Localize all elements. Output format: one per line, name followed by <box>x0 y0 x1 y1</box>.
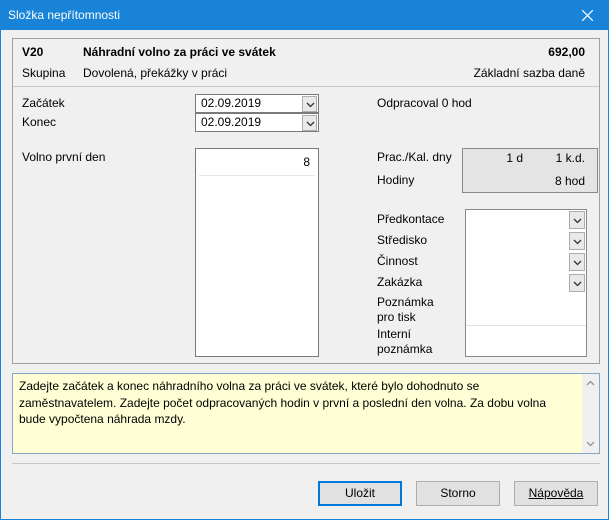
print-note-label-1: Poznámka <box>377 295 434 309</box>
chevron-down-icon <box>306 102 315 108</box>
calendar-days-value: 1 k.d. <box>555 151 585 165</box>
close-button[interactable] <box>568 1 608 30</box>
zakazka-combo[interactable] <box>466 273 586 294</box>
print-note-input[interactable] <box>466 294 586 324</box>
start-date-field[interactable]: 02.09.2019 <box>195 94 319 113</box>
work-days-value: 1 d <box>506 151 523 165</box>
predkontace-combo[interactable] <box>466 210 586 231</box>
help-button[interactable]: Nápověda <box>514 481 598 506</box>
end-label: Konec <box>22 115 57 129</box>
chevron-down-icon <box>306 121 315 127</box>
hours-label: Hodiny <box>377 173 415 187</box>
start-date-value: 02.09.2019 <box>201 96 262 110</box>
title-bar: Složka nepřítomnosti <box>1 1 608 30</box>
cinnost-combo[interactable] <box>466 252 586 273</box>
days-label: Prac./Kal. dny <box>377 150 452 164</box>
stredisko-label: Středisko <box>377 233 428 247</box>
cancel-button-label: Storno <box>440 486 476 500</box>
header-divider <box>13 86 599 87</box>
absence-panel: V20 Náhradní volno za práci ve svátek 69… <box>12 38 600 364</box>
end-date-dropdown[interactable] <box>302 115 317 131</box>
hours-value: 8 hod <box>554 174 585 188</box>
save-button[interactable]: Uložit <box>318 481 402 506</box>
chevron-down-icon <box>573 239 582 245</box>
absence-code: V20 <box>22 45 44 59</box>
predkontace-dropdown[interactable] <box>569 211 585 229</box>
end-date-value: 02.09.2019 <box>201 115 262 129</box>
internal-note-label-2: poznámka <box>377 342 433 356</box>
start-date-dropdown[interactable] <box>302 96 317 112</box>
scroll-down-icon[interactable] <box>586 441 595 447</box>
scroll-up-icon[interactable] <box>586 380 595 386</box>
group-label: Skupina <box>22 66 66 80</box>
footer-divider <box>12 463 600 464</box>
hint-text: Zadejte začátek a konec náhradního volna… <box>19 379 546 426</box>
first-day-hours-value: 8 <box>303 155 310 169</box>
print-note-label-2: pro tisk <box>377 310 416 324</box>
dialog-window: Složka nepřítomnosti V20 Náhradní volno … <box>0 0 609 520</box>
stredisko-dropdown[interactable] <box>569 232 585 250</box>
help-button-label: Nápověda <box>528 486 584 500</box>
chevron-down-icon <box>573 260 582 266</box>
close-icon <box>582 10 593 21</box>
window-title: Složka nepřítomnosti <box>8 8 121 22</box>
cancel-button[interactable]: Storno <box>416 481 500 506</box>
hint-box[interactable]: Zadejte začátek a konec náhradního volna… <box>12 373 600 454</box>
extra-fields-grid <box>465 209 587 357</box>
days-summary-box: 1 d 1 k.d. 8 hod <box>462 148 598 193</box>
worked-hours-label: Odpracoval 0 hod <box>377 96 472 110</box>
chevron-down-icon <box>573 218 582 224</box>
tax-base: Základní sazba daně <box>473 66 585 80</box>
end-date-field[interactable]: 02.09.2019 <box>195 113 319 132</box>
hint-scrollbar[interactable] <box>582 374 599 453</box>
chevron-down-icon <box>573 281 582 287</box>
predkontace-label: Předkontace <box>377 212 445 226</box>
group-value: Dovolená, překážky v práci <box>83 66 228 80</box>
start-label: Začátek <box>22 96 65 110</box>
save-button-label: Uložit <box>344 486 375 500</box>
zakazka-label: Zakázka <box>377 275 423 289</box>
hours-list[interactable]: 8 <box>195 148 319 357</box>
absence-name: Náhradní volno za práci ve svátek <box>83 45 276 59</box>
absence-amount: 692,00 <box>548 45 585 59</box>
cinnost-dropdown[interactable] <box>569 253 585 271</box>
internal-note-label-1: Interní <box>377 327 412 341</box>
first-day-hours-input[interactable]: 8 <box>199 151 316 173</box>
internal-note-input[interactable] <box>466 326 586 356</box>
first-day-label: Volno první den <box>22 150 106 164</box>
zakazka-dropdown[interactable] <box>569 274 585 292</box>
list-divider <box>199 175 315 176</box>
stredisko-combo[interactable] <box>466 231 586 252</box>
cinnost-label: Činnost <box>377 254 418 268</box>
